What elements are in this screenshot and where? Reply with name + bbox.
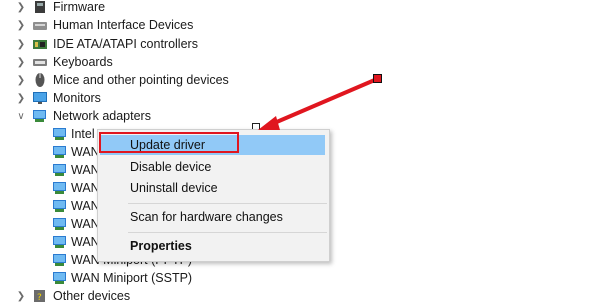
annotation-arrow [258,77,379,130]
annotation-dot [373,74,382,83]
